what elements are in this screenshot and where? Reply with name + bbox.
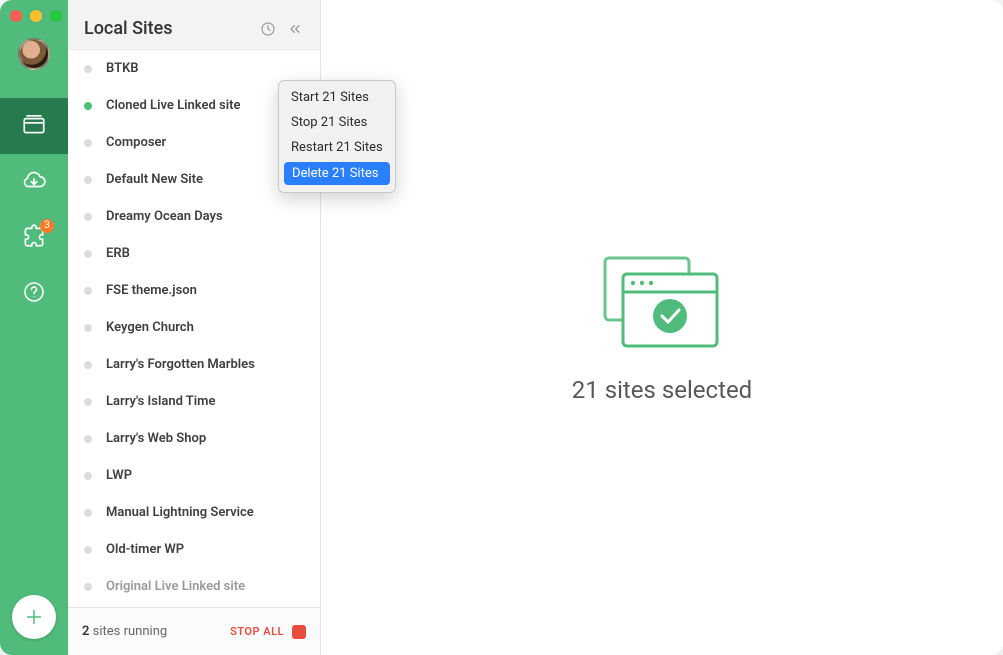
site-status-dot — [84, 435, 92, 443]
site-item-label: Larry's Island Time — [106, 394, 215, 409]
plus-icon — [23, 606, 45, 628]
site-item[interactable]: Old-timer WP — [68, 531, 320, 568]
site-item[interactable]: Keygen Church — [68, 309, 320, 346]
site-status-dot — [84, 324, 92, 332]
extensions-badge: 3 — [40, 219, 54, 233]
site-item-label: Dreamy Ocean Days — [106, 209, 223, 224]
site-item[interactable]: FSE theme.json — [68, 272, 320, 309]
recent-icon[interactable] — [260, 21, 276, 37]
context-menu-item[interactable]: Stop 21 Sites — [279, 110, 395, 135]
stop-all-button[interactable]: STOP ALL — [230, 625, 284, 638]
site-item-label: Default New Site — [106, 172, 203, 187]
left-nav: 3 — [0, 0, 68, 655]
sidebar-title: Local Sites — [84, 18, 250, 39]
site-item-label: Old-timer WP — [106, 542, 184, 557]
add-site-button[interactable] — [12, 595, 56, 639]
site-item-label: Composer — [106, 135, 166, 150]
nav-help[interactable] — [0, 266, 68, 322]
zoom-window-button[interactable] — [50, 10, 62, 22]
cloud-download-icon — [21, 167, 47, 197]
minimize-window-button[interactable] — [30, 10, 42, 22]
site-status-dot — [84, 361, 92, 369]
site-item-label: FSE theme.json — [106, 283, 197, 298]
running-count: 2 sites running — [82, 624, 167, 639]
site-item[interactable]: Dreamy Ocean Days — [68, 198, 320, 235]
collapse-sidebar-icon[interactable] — [286, 21, 304, 37]
site-status-dot — [84, 472, 92, 480]
site-status-dot — [84, 176, 92, 184]
site-item[interactable]: Larry's Island Time — [68, 383, 320, 420]
sites-selected-text: 21 sites selected — [572, 376, 752, 404]
user-avatar[interactable] — [18, 38, 50, 70]
context-menu: Start 21 SitesStop 21 SitesRestart 21 Si… — [278, 80, 396, 193]
site-status-dot — [84, 213, 92, 221]
site-item-label: ERB — [106, 246, 130, 261]
context-menu-item[interactable]: Restart 21 Sites — [279, 135, 395, 160]
browser-stack-icon — [21, 111, 47, 141]
site-status-dot — [84, 546, 92, 554]
site-item[interactable]: Larry's Web Shop — [68, 420, 320, 457]
site-item-label: Keygen Church — [106, 320, 194, 335]
site-status-dot — [84, 65, 92, 73]
context-menu-item[interactable]: Delete 21 Sites — [284, 162, 390, 185]
site-item-label: LWP — [106, 468, 132, 483]
nav-extensions[interactable]: 3 — [0, 210, 68, 266]
site-item[interactable]: Original Live Linked site — [68, 568, 320, 605]
site-status-dot — [84, 102, 92, 110]
nav-cloud[interactable] — [0, 154, 68, 210]
site-item-label: Manual Lightning Service — [106, 505, 254, 520]
site-item[interactable]: Larry's Forgotten Marbles — [68, 346, 320, 383]
site-status-dot — [84, 509, 92, 517]
site-status-dot — [84, 583, 92, 591]
site-item[interactable]: Manual Lightning Service — [68, 494, 320, 531]
site-status-dot — [84, 287, 92, 295]
close-window-button[interactable] — [10, 10, 22, 22]
site-status-dot — [84, 250, 92, 258]
main-panel: 21 sites selected — [321, 0, 1003, 655]
site-item-label: Larry's Web Shop — [106, 431, 206, 446]
site-status-dot — [84, 139, 92, 147]
running-count-label: sites running — [89, 624, 167, 639]
sites-selected-illustration — [597, 252, 727, 356]
help-icon — [22, 280, 46, 308]
site-item-label: Cloned Live Linked site — [106, 98, 240, 113]
site-item-label: BTKB — [106, 61, 139, 76]
app-window: 3 Local Sites — [0, 0, 1003, 655]
sidebar-footer: 2 sites running STOP ALL — [68, 607, 320, 655]
window-controls — [10, 10, 62, 22]
stop-all-icon[interactable] — [292, 625, 306, 639]
site-item[interactable]: ERB — [68, 235, 320, 272]
site-status-dot — [84, 398, 92, 406]
sidebar-header: Local Sites — [68, 0, 320, 49]
context-menu-item[interactable]: Start 21 Sites — [279, 85, 395, 110]
nav-sites[interactable] — [0, 98, 68, 154]
site-item-label: Original Live Linked site — [106, 579, 245, 594]
site-item[interactable]: LWP — [68, 457, 320, 494]
site-item-label: Larry's Forgotten Marbles — [106, 357, 255, 372]
